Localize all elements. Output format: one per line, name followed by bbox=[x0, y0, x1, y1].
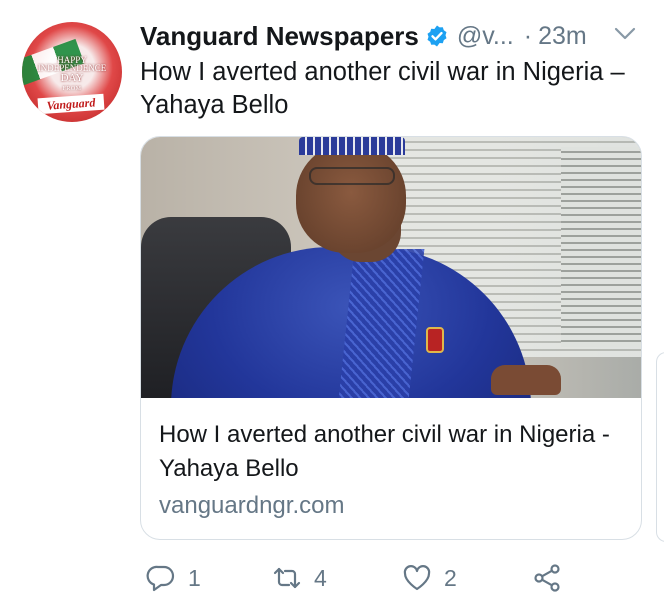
card-title: How I averted another civil war in Niger… bbox=[159, 421, 610, 482]
heart-icon bbox=[403, 565, 431, 591]
lapel-badge bbox=[426, 327, 444, 353]
like-button[interactable]: 2 bbox=[402, 560, 457, 596]
share-icon bbox=[534, 564, 560, 592]
card-domain: vanguardngr.com bbox=[159, 492, 345, 519]
reply-icon bbox=[146, 565, 175, 592]
tweet-time[interactable]: 23m bbox=[538, 22, 587, 51]
avatar-text-day: DAY bbox=[60, 72, 84, 84]
tweet-text: How I averted another civil war in Niger… bbox=[140, 58, 625, 119]
tweet-header: Vanguard Newspapers @v... · 23m bbox=[140, 20, 664, 52]
link-card[interactable]: How I averted another civil war in Niger… bbox=[140, 136, 642, 540]
reply-button[interactable]: 1 bbox=[146, 560, 201, 596]
separator-dot: · bbox=[523, 21, 533, 50]
avatar-text-from: FROM bbox=[62, 86, 82, 92]
reply-count: 1 bbox=[188, 564, 201, 591]
retweet-count: 4 bbox=[314, 564, 327, 591]
avatar-logo: Vanguard bbox=[37, 93, 105, 115]
verified-badge-icon bbox=[425, 24, 449, 48]
hand bbox=[491, 365, 561, 395]
adjacent-card-edge bbox=[656, 352, 664, 542]
action-bar: 1 4 2 bbox=[140, 560, 580, 596]
card-image bbox=[141, 137, 641, 398]
avatar[interactable]: HAPPY INDEPENDENCE DAY FROM Vanguard bbox=[22, 22, 122, 122]
chevron-down-icon[interactable] bbox=[614, 26, 636, 42]
retweet-button[interactable]: 4 bbox=[272, 560, 327, 596]
account-name[interactable]: Vanguard Newspapers bbox=[140, 21, 419, 52]
account-handle[interactable]: @v... bbox=[457, 22, 514, 51]
glasses bbox=[309, 167, 395, 185]
head bbox=[296, 143, 406, 253]
cap bbox=[299, 137, 405, 155]
share-button[interactable] bbox=[532, 560, 562, 596]
retweet-icon bbox=[273, 567, 301, 589]
like-count: 2 bbox=[444, 564, 457, 591]
card-body: How I averted another civil war in Niger… bbox=[141, 398, 641, 522]
window-blinds-right bbox=[561, 147, 641, 347]
tweet[interactable]: HAPPY INDEPENDENCE DAY FROM Vanguard Van… bbox=[0, 0, 664, 603]
